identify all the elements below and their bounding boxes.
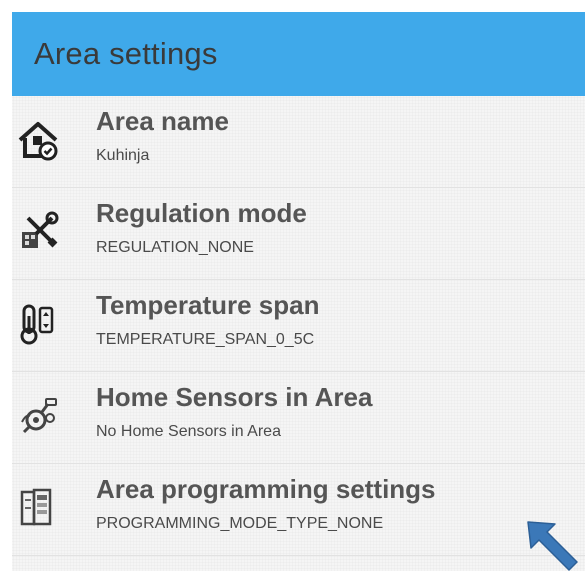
area-programming-item[interactable]: Area programming settings PROGRAMMING_MO… — [12, 464, 585, 556]
temperature-span-item[interactable]: Temperature span TEMPERATURE_SPAN_0_5C — [12, 280, 585, 372]
page-title: Area settings — [34, 36, 218, 71]
regulation-mode-item[interactable]: Regulation mode REGULATION_NONE — [12, 188, 585, 280]
regulation-mode-value: REGULATION_NONE — [96, 239, 254, 256]
app-bar: Area settings — [12, 12, 585, 96]
regulation-mode-label: Regulation mode — [96, 198, 307, 228]
pointer-arrow-icon — [527, 521, 578, 571]
area-name-value: Kuhinja — [96, 147, 150, 164]
sensor-icon — [21, 398, 57, 434]
programming-icon — [20, 488, 52, 526]
area-programming-value: PROGRAMMING_MODE_TYPE_NONE — [96, 515, 384, 532]
temperature-span-value: TEMPERATURE_SPAN_0_5C — [96, 331, 315, 348]
tools-icon — [22, 211, 59, 248]
temperature-span-label: Temperature span — [96, 290, 320, 320]
home-sensors-value: No Home Sensors in Area — [96, 423, 281, 440]
settings-list: Area name Kuhinja Regulation mode REGULA… — [12, 96, 585, 556]
home-sensors-label: Home Sensors in Area — [96, 382, 373, 412]
area-name-item[interactable]: Area name Kuhinja — [12, 96, 585, 188]
home-settings-icon — [18, 122, 58, 161]
thermometer-icon — [20, 304, 54, 345]
home-sensors-item[interactable]: Home Sensors in Area No Home Sensors in … — [12, 372, 585, 464]
area-settings-panel: Area settings Area name Kuhinja Regulati… — [12, 12, 585, 571]
area-programming-label: Area programming settings — [96, 474, 436, 504]
area-name-label: Area name — [96, 106, 229, 136]
